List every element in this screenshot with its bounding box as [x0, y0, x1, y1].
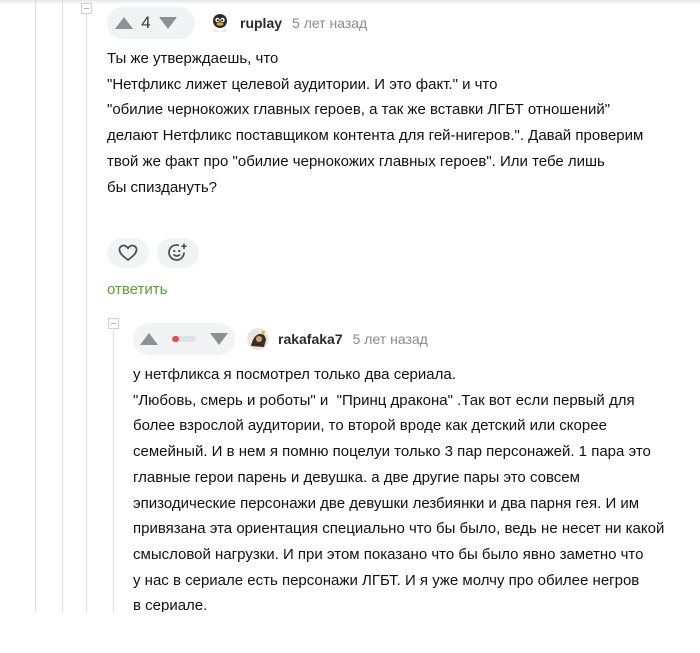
comment-author[interactable]: ruplay — [240, 15, 282, 31]
thread-line-1[interactable] — [35, 0, 36, 612]
arrow-up-icon — [140, 333, 159, 345]
text-line: семейный. И в нем я помню поцелуи только… — [133, 443, 651, 461]
upvote-button[interactable] — [113, 12, 135, 34]
thread-line-3[interactable] — [86, 14, 87, 612]
downvote-button[interactable] — [157, 12, 179, 34]
text-line: эпизодические персонажи две девушки лезб… — [133, 494, 640, 512]
comments-page: 4 ruplay 5 лет назад Ты же утверждаешь, … — [0, 0, 700, 612]
comment-timestamp[interactable]: 5 лет назад — [292, 15, 367, 31]
text-line: у нас в сериале есть персонажи ЛГБТ. И я… — [133, 571, 640, 589]
reply-timestamp[interactable]: 5 лет назад — [353, 331, 428, 347]
text-line: "обилие чернокожих главных героев, а так… — [107, 101, 611, 119]
text-line: делают Нетфликс поставщиком контента для… — [107, 127, 644, 145]
collapse-button-reply[interactable] — [108, 318, 119, 329]
reply-link[interactable]: ответить — [107, 281, 167, 298]
avatar-character-icon — [247, 328, 269, 350]
text-line: более взрослой аудитории, то второй врод… — [133, 417, 607, 435]
comment-header: 4 ruplay 5 лет назад — [107, 7, 367, 39]
arrow-down-icon — [209, 333, 228, 345]
text-line: "Любовь, смерь и роботы" и "Принц дракон… — [133, 391, 635, 409]
text-line: в сериале. — [133, 597, 208, 612]
thread-line-4[interactable] — [113, 330, 114, 612]
rating-bar — [171, 336, 197, 342]
upvote-button-reply[interactable] — [139, 328, 160, 350]
text-line: бы спиздануть? — [107, 178, 217, 196]
text-line: главные герои парень и девушка. а две др… — [133, 468, 580, 486]
heart-icon — [118, 244, 138, 262]
text-line: "Нетфликс лижет целевой аудитории. И это… — [107, 75, 498, 93]
rating-bar-fill — [171, 336, 180, 342]
text-line: твой же факт про "обилие чернокожих глав… — [107, 152, 605, 170]
reply-author[interactable]: rakafaka7 — [278, 331, 343, 347]
arrow-up-icon — [115, 17, 133, 29]
text-line: привязана эта ориентация специально что … — [133, 520, 665, 538]
thread-line-2[interactable] — [62, 0, 63, 612]
rating-control-reply — [133, 323, 235, 355]
reply-comment-header: rakafaka7 5 лет назад — [133, 323, 428, 355]
collapse-button[interactable] — [81, 3, 92, 14]
rating-value: 4 — [141, 13, 151, 32]
comment-actions — [107, 238, 199, 268]
avatar-reply[interactable] — [247, 328, 269, 350]
avatar-duck-icon — [213, 14, 227, 32]
downvote-button-reply[interactable] — [208, 328, 229, 350]
text-line: смысловой нагрузки. И при этом показано … — [133, 545, 644, 563]
text-line: Ты же утверждаешь, что — [107, 50, 279, 67]
text-line: у нетфликса я посмотрел только два сериа… — [133, 366, 456, 383]
reply-text: у нетфликса я посмотрел только два сериа… — [133, 362, 664, 612]
comment-text: Ты же утверждаешь, что "Нетфликс лижет це… — [107, 46, 643, 200]
smiley-add-icon — [168, 243, 187, 261]
top-shadow — [0, 0, 700, 4]
arrow-down-icon — [159, 17, 177, 29]
like-button[interactable] — [107, 238, 149, 268]
avatar[interactable] — [209, 12, 231, 34]
rating-control: 4 — [107, 7, 195, 39]
reaction-button[interactable] — [157, 238, 199, 268]
